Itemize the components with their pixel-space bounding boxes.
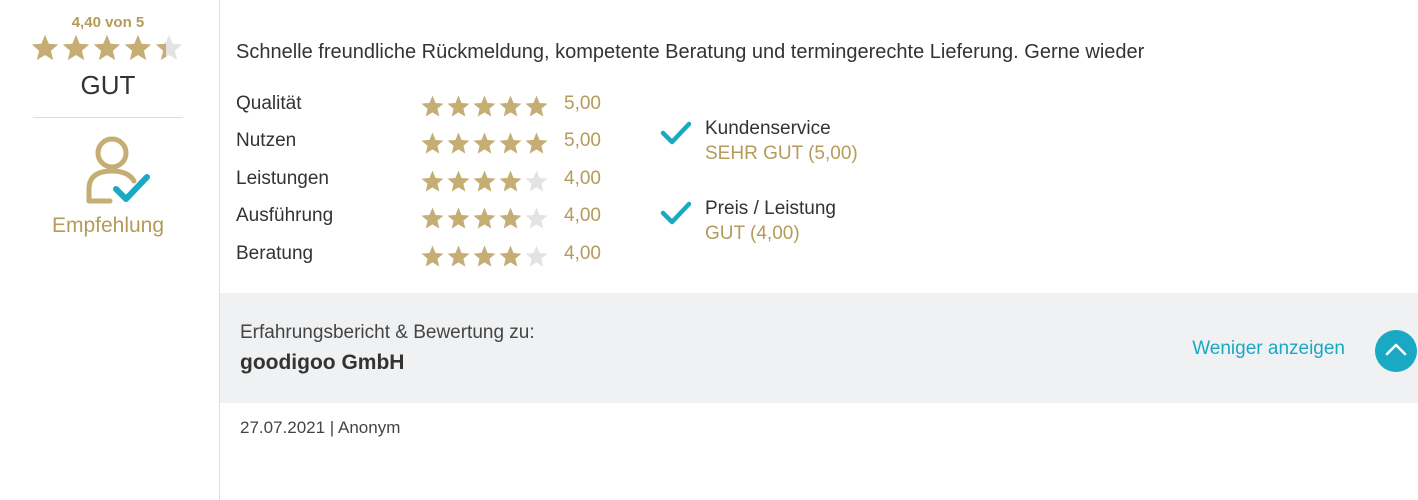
star-icon	[31, 34, 59, 60]
overall-score-text: 4,40 von 5	[71, 14, 145, 31]
star-icon	[473, 245, 496, 267]
show-less-button[interactable]	[1375, 330, 1417, 372]
star-icon	[473, 207, 496, 229]
divider	[33, 117, 183, 118]
star-icon	[447, 170, 470, 192]
star-icon	[473, 132, 496, 154]
criterion-label: Ausführung	[236, 205, 334, 226]
star-icon	[525, 132, 548, 154]
star-icon	[473, 95, 496, 117]
criterion-stars	[420, 206, 549, 231]
company-bar: Erfahrungsbericht & Bewertung zu: goodig…	[220, 293, 1418, 403]
star-icon	[62, 34, 90, 60]
review-text: Schnelle freundliche Rückmeldung, kompet…	[236, 41, 1145, 63]
star-icon	[447, 132, 470, 154]
star-icon	[499, 95, 522, 117]
criterion-label: Leistungen	[236, 168, 329, 189]
criterion-value: 5,00	[564, 93, 601, 114]
criterion-stars	[420, 94, 549, 119]
star-icon	[447, 245, 470, 267]
star-icon	[421, 245, 444, 267]
overall-stars	[30, 33, 184, 63]
criterion-value: 4,00	[564, 168, 601, 189]
show-less-link[interactable]: Weniger anzeigen	[1192, 338, 1345, 360]
criterion-stars	[420, 131, 549, 156]
criterion-stars	[420, 244, 549, 269]
star-icon	[525, 95, 548, 117]
criterion-stars	[420, 169, 549, 194]
feature-label: Preis / Leistung	[705, 198, 836, 219]
person-check-icon	[84, 133, 154, 213]
criterion-label: Beratung	[236, 243, 314, 264]
check-icon	[660, 118, 692, 153]
star-icon	[421, 95, 444, 117]
criterion-value: 4,00	[564, 205, 601, 226]
rating-summary-panel: 4,40 von 5 GUT Empfehlung	[0, 0, 220, 500]
criterion-label: Nutzen	[236, 130, 297, 151]
star-icon	[447, 207, 470, 229]
chevron-up-icon	[1385, 342, 1407, 361]
criterion-label: Qualität	[236, 93, 302, 114]
star-icon	[525, 207, 548, 229]
criterion-value: 4,00	[564, 243, 601, 264]
feature-label: Kundenservice	[705, 118, 831, 139]
star-icon	[421, 170, 444, 192]
star-icon	[93, 34, 121, 60]
star-icon	[499, 170, 522, 192]
star-icon	[421, 132, 444, 154]
recommendation-label: Empfehlung	[51, 214, 165, 237]
star-icon	[525, 245, 548, 267]
check-icon	[660, 198, 692, 233]
star-icon	[499, 132, 522, 154]
star-icon	[499, 245, 522, 267]
company-caption: Erfahrungsbericht & Bewertung zu:	[240, 322, 535, 343]
company-name[interactable]: goodigoo GmbH	[240, 351, 404, 375]
star-icon	[499, 207, 522, 229]
star-icon	[421, 207, 444, 229]
criterion-value: 5,00	[564, 130, 601, 151]
star-icon	[473, 170, 496, 192]
star-icon	[525, 170, 548, 192]
overall-grade: GUT	[80, 70, 136, 100]
star-icon	[155, 34, 183, 60]
feature-value: SEHR GUT (5,00)	[705, 143, 858, 164]
star-icon	[447, 95, 470, 117]
review-meta: 27.07.2021 | Anonym	[240, 418, 401, 437]
star-icon	[124, 34, 152, 60]
feature-value: GUT (4,00)	[705, 223, 800, 244]
